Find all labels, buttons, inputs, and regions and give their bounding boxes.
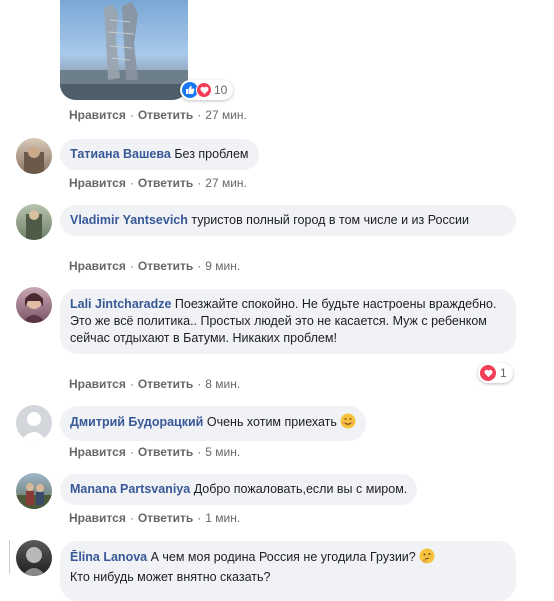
avatar[interactable] (16, 287, 52, 323)
reply-link[interactable]: Ответить (138, 511, 193, 525)
timestamp[interactable]: 8 мин. (205, 377, 240, 391)
reply-link[interactable]: Ответить (138, 259, 193, 273)
love-reaction-icon (480, 365, 496, 381)
comment-bubble: Vladimir Yantsevich туристов полный горо… (60, 205, 516, 236)
comment-author[interactable]: Vladimir Yantsevich (70, 213, 188, 227)
comment-bubble: Manana Partsvaniya Добро пожаловать,если… (60, 474, 418, 505)
avatar[interactable] (16, 473, 52, 509)
comment-author[interactable]: Lali Jintcharadze (70, 297, 171, 311)
timestamp[interactable]: 9 мин. (205, 259, 240, 273)
thread-line (9, 540, 10, 574)
like-link[interactable]: Нравится (69, 259, 126, 273)
comment-bubble: Lali Jintcharadze Поезжайте спокойно. Не… (60, 289, 516, 354)
smiling-face-emoji-icon (340, 413, 356, 434)
comment-actions: Нравится · Ответить · 1 мин. (69, 511, 241, 525)
timestamp[interactable]: 1 мин. (205, 511, 240, 525)
comment-text: Очень хотим приехать (206, 415, 337, 429)
comment-author[interactable]: Ēlina Lanova (70, 550, 147, 564)
like-link[interactable]: Нравится (69, 176, 126, 190)
avatar[interactable] (16, 405, 52, 441)
reply-link[interactable]: Ответить (138, 377, 193, 391)
post-photo[interactable] (60, 0, 188, 100)
comment-author[interactable]: Manana Partsvaniya (70, 482, 190, 496)
comment-text: Без проблем (174, 147, 249, 161)
comment-actions: Нравится · Ответить · 8 мин. (69, 377, 241, 391)
reaction-count: 1 (500, 366, 507, 380)
avatar[interactable] (16, 138, 52, 174)
thinking-face-emoji-icon (419, 548, 435, 569)
comment-bubble: Татиана Вашева Без проблем (60, 139, 259, 170)
comment-text: туристов полный город в том числе и из Р… (191, 213, 469, 227)
reply-link[interactable]: Ответить (138, 445, 193, 459)
comment-text: Добро пожаловать,если вы с миром. (193, 482, 408, 496)
reply-link[interactable]: Ответить (138, 176, 193, 190)
like-link[interactable]: Нравится (69, 445, 126, 459)
comment-bubble: Дмитрий Будорацкий Очень хотим приехать (60, 406, 367, 441)
love-reaction-icon (196, 82, 212, 98)
comment-actions: Нравится · Ответить · 9 мин. (69, 259, 241, 273)
comment-actions: Нравится · Ответить · 27 мин. (69, 176, 247, 190)
reply-link[interactable]: Ответить (138, 108, 193, 122)
post-reactions[interactable]: 10 (180, 80, 234, 100)
comment-text-line-2: Кто нибудь может внятно сказать? (70, 570, 271, 584)
like-link[interactable]: Нравится (69, 108, 126, 122)
comment-author[interactable]: Дмитрий Будорацкий (70, 415, 203, 429)
like-link[interactable]: Нравится (69, 377, 126, 391)
comment-author[interactable]: Татиана Вашева (70, 147, 171, 161)
avatar[interactable] (16, 540, 52, 576)
comment-actions: Нравится · Ответить · 5 мин. (69, 445, 241, 459)
timestamp[interactable]: 27 мин. (205, 176, 247, 190)
like-link[interactable]: Нравится (69, 511, 126, 525)
post-actions: Нравится · Ответить · 27 мин. (69, 108, 247, 122)
comment-bubble: Ēlina Lanova А чем моя родина Россия не … (60, 541, 516, 601)
post-reactions-count: 10 (214, 83, 228, 97)
avatar[interactable] (16, 204, 52, 240)
timestamp[interactable]: 27 мин. (205, 108, 247, 122)
comment-reaction-badge[interactable]: 1 (478, 363, 513, 383)
comment-text: А чем моя родина Россия не угодила Грузи… (150, 550, 416, 564)
timestamp[interactable]: 5 мин. (205, 445, 240, 459)
